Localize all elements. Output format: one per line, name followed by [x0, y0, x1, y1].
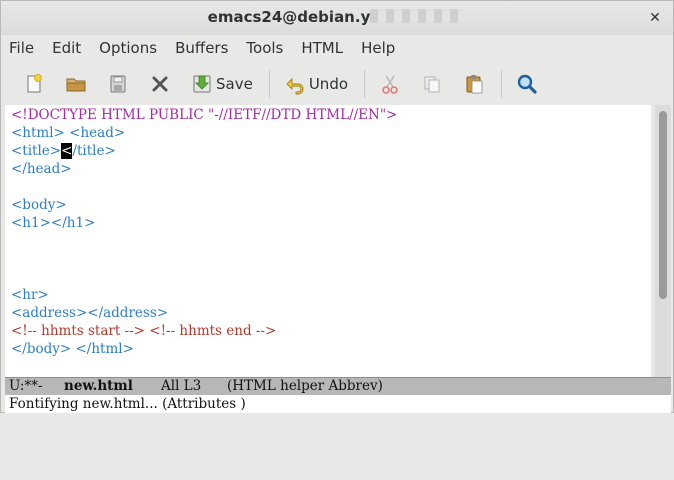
paste-button[interactable] [463, 69, 485, 99]
redacted-hostname [370, 9, 467, 23]
editor-buffer[interactable]: <!DOCTYPE HTML PUBLIC "-//IETF//DTD HTML… [5, 105, 651, 377]
menu-file[interactable]: File [1, 35, 43, 62]
menu-options[interactable]: Options [90, 35, 166, 62]
cut-icon [382, 75, 398, 94]
code-line: <body> [11, 197, 67, 213]
menu-edit[interactable]: Edit [43, 35, 90, 62]
undo-button[interactable]: Undo [284, 69, 348, 99]
close-icon [152, 76, 168, 92]
code-line: </head> [11, 161, 72, 177]
toolbar-separator [268, 70, 270, 98]
text-cursor: < [61, 143, 73, 159]
menu-bar: File Edit Options Buffers Tools HTML Hel… [1, 35, 673, 62]
menu-tools[interactable]: Tools [237, 35, 292, 62]
new-file-icon [27, 74, 42, 93]
menu-buffers[interactable]: Buffers [166, 35, 237, 62]
paste-icon [466, 75, 483, 94]
code-line-cursor: <title></title> [11, 142, 116, 160]
save-buffer-button[interactable] [107, 69, 129, 99]
search-button[interactable] [516, 69, 538, 99]
save-label: Save [216, 75, 253, 93]
copy-icon [424, 76, 440, 93]
window-title: emacs24@debian.y [1, 8, 673, 26]
modeline-status: U:**- [9, 378, 43, 394]
modeline-major-mode[interactable]: (HTML helper Abbrev) [227, 378, 383, 395]
window-close-button[interactable]: ✕ [647, 10, 663, 26]
window-title-text: emacs24@debian.y [207, 8, 371, 26]
cut-button[interactable] [379, 69, 401, 99]
code-text: /title> [72, 143, 116, 159]
modeline-buffer-name[interactable]: new.html [64, 378, 133, 395]
toolbar-separator [364, 70, 366, 98]
code-line: <h1></h1> [11, 215, 96, 231]
code-line: <address></address> [11, 305, 169, 321]
code-text: <title> [11, 143, 62, 159]
scrollbar-thumb[interactable] [659, 111, 667, 299]
mode-line: U:**- new.html All L3 (HTML helper Abbre… [5, 377, 671, 395]
new-file-button[interactable] [23, 69, 45, 99]
menu-help[interactable]: Help [352, 35, 404, 62]
search-icon [517, 74, 537, 94]
code-line: </body> </html> [11, 341, 134, 357]
toolbar-separator [501, 70, 503, 98]
title-bar: emacs24@debian.y ✕ [1, 1, 673, 35]
open-folder-icon [66, 78, 86, 92]
emacs-window: emacs24@debian.y ✕ File Edit Options Buf… [0, 0, 674, 413]
copy-button[interactable] [421, 69, 443, 99]
code-line-comment: <!-- hhmts start --> <!-- hhmts end --> [11, 323, 277, 339]
save-button[interactable]: Save [191, 69, 253, 99]
undo-icon [286, 77, 304, 95]
modeline-position: All L3 [161, 378, 202, 394]
code-line-doctype: <!DOCTYPE HTML PUBLIC "-//IETF//DTD HTML… [11, 107, 398, 123]
echo-area: Fontifying new.html... (Attributes ) [5, 395, 671, 413]
open-file-button[interactable] [65, 69, 87, 99]
undo-label: Undo [308, 75, 349, 93]
menu-html[interactable]: HTML [292, 35, 352, 62]
save-buffer-icon [110, 75, 126, 93]
code-line: <html> <head> [11, 125, 126, 141]
save-icon [193, 75, 211, 93]
toolbar: Save Undo [1, 63, 673, 105]
vertical-scrollbar[interactable] [655, 105, 671, 377]
code-line: <hr> [11, 287, 49, 303]
close-buffer-button[interactable] [149, 69, 171, 99]
